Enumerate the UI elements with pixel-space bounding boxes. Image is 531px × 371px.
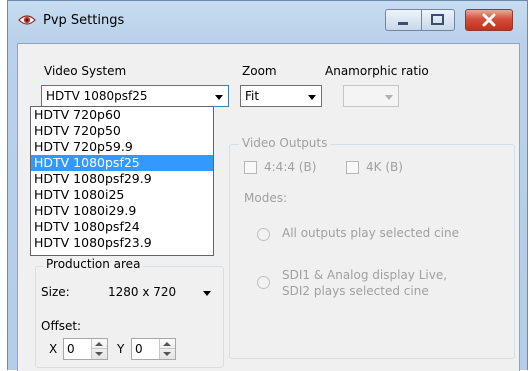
spin-down-icon[interactable]	[163, 352, 171, 356]
video-system-option[interactable]: HDTV 1080psf23.9	[31, 235, 213, 251]
video-system-select[interactable]: HDTV 1080psf25	[41, 85, 229, 107]
radio-sdi-live-label-line1: SDI1 & Analog display Live,	[282, 268, 448, 282]
y-offset-spin-buttons[interactable]	[159, 339, 175, 359]
spin-up-icon[interactable]	[95, 342, 103, 346]
video-outputs-group	[229, 144, 515, 359]
video-system-option-selected[interactable]: HDTV 1080psf25	[31, 155, 213, 171]
pvp-eye-icon	[18, 15, 36, 25]
zoom-label: Zoom	[242, 64, 277, 78]
y-label: Y	[117, 342, 125, 356]
anamorphic-select[interactable]	[343, 85, 399, 107]
size-select[interactable]: 1280 x 720	[102, 280, 217, 302]
radio-all-outputs[interactable]	[257, 228, 270, 241]
zoom-select[interactable]: Fit	[240, 85, 322, 107]
chevron-down-icon	[385, 95, 393, 100]
video-system-option[interactable]: HDTV 1080psf24	[31, 219, 213, 235]
checkbox-444-label: 4:4:4 (B)	[264, 160, 317, 174]
zoom-value: Fit	[245, 89, 260, 103]
chevron-down-icon	[215, 95, 223, 100]
video-outputs-title: Video Outputs	[239, 136, 331, 150]
video-system-dropdown-list[interactable]: HDTV 720p60 HDTV 720p50 HDTV 720p59.9 HD…	[30, 106, 214, 256]
size-value: 1280 x 720	[108, 285, 177, 299]
maximize-icon	[431, 14, 444, 25]
video-system-option[interactable]: HDTV 1080i29.9	[31, 203, 213, 219]
x-label: X	[49, 342, 58, 356]
close-icon	[482, 13, 496, 27]
checkbox-444[interactable]	[244, 161, 257, 174]
x-offset-value: 0	[67, 342, 75, 356]
anamorphic-label: Anamorphic ratio	[325, 64, 429, 78]
minimize-button[interactable]	[385, 9, 421, 31]
video-system-option[interactable]: HDTV 1080psf29.9	[31, 171, 213, 187]
video-system-option[interactable]: HDTV 1080i25	[31, 187, 213, 203]
radio-all-outputs-label: All outputs play selected cine	[282, 226, 459, 240]
checkbox-4k-label: 4K (B)	[366, 160, 403, 174]
offset-label: Offset:	[41, 319, 82, 333]
y-offset-value: 0	[135, 342, 143, 356]
spin-divider	[92, 348, 107, 349]
checkbox-4k[interactable]	[346, 161, 359, 174]
close-button[interactable]	[465, 9, 513, 31]
y-offset-stepper[interactable]: 0	[131, 338, 176, 360]
video-system-option[interactable]: HDTV 720p60	[31, 107, 213, 123]
spin-down-icon[interactable]	[95, 352, 103, 356]
x-offset-stepper[interactable]: 0	[63, 338, 108, 360]
spin-up-icon[interactable]	[163, 342, 171, 346]
video-system-option[interactable]: HDTV 720p50	[31, 123, 213, 139]
title-bar[interactable]: Pvp Settings	[8, 1, 527, 41]
minimize-icon	[398, 22, 408, 25]
spin-divider	[160, 348, 175, 349]
video-system-label: Video System	[44, 64, 127, 78]
maximize-button[interactable]	[421, 9, 455, 31]
radio-sdi-live[interactable]	[257, 276, 270, 289]
radio-sdi-live-label-line2: SDI2 plays selected cine	[282, 284, 429, 298]
chevron-down-icon	[308, 95, 316, 100]
video-system-option[interactable]: HDTV 720p59.9	[31, 139, 213, 155]
modes-label: Modes:	[244, 191, 287, 205]
window-title: Pvp Settings	[43, 13, 125, 28]
video-system-value: HDTV 1080psf25	[46, 89, 148, 103]
chevron-down-icon	[203, 291, 211, 296]
x-offset-spin-buttons[interactable]	[91, 339, 107, 359]
production-area-title: Production area	[43, 257, 144, 271]
size-label: Size:	[41, 285, 70, 299]
